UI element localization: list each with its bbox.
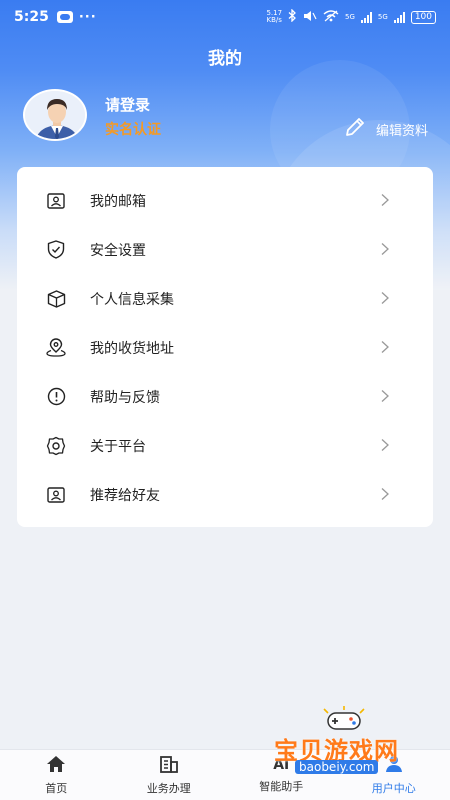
menu-item-label: 推荐给好友 [90, 487, 160, 504]
battery-indicator: 100 [410, 10, 436, 24]
menu-item-help-feedback[interactable]: 帮助与反馈 [17, 372, 433, 421]
location-pin-icon [46, 338, 66, 358]
chevron-right-icon [381, 191, 389, 210]
edit-profile-label: 编辑资料 [375, 123, 428, 139]
status-time: 5:25 [14, 9, 49, 25]
shield-icon [46, 240, 66, 260]
menu-item-label: 我的收货地址 [90, 340, 174, 357]
chevron-right-icon [381, 240, 389, 259]
pencil-icon [344, 116, 366, 142]
more-notifications-icon: ··· [78, 9, 97, 25]
menu-item-mailbox[interactable]: 我的邮箱 [17, 176, 433, 225]
wifi-off-icon [323, 9, 339, 25]
alert-circle-icon [46, 387, 66, 407]
chevron-right-icon [381, 436, 389, 455]
signal-icon-2 [393, 11, 405, 23]
nav-label: 用户中心 [371, 781, 416, 795]
wechat-icon [56, 11, 73, 23]
chevron-right-icon [381, 338, 389, 357]
menu-item-about-platform[interactable]: 关于平台 [17, 421, 433, 470]
nav-item-home[interactable]: 首页 [0, 750, 113, 800]
nav-label: 智能助手 [259, 780, 304, 793]
login-prompt[interactable]: 请登录 [105, 94, 150, 115]
watermark-url: baobeiy.com [295, 760, 379, 774]
mute-icon [303, 10, 317, 25]
avatar[interactable] [23, 89, 87, 141]
menu-item-label: 安全设置 [90, 242, 146, 259]
chevron-right-icon [381, 485, 389, 504]
watermark: 宝贝游戏网 baobeiy.com [270, 705, 440, 775]
real-name-verify-link[interactable]: 实名认证 [105, 119, 161, 139]
menu-item-label: 我的邮箱 [90, 193, 146, 210]
gear-icon [46, 436, 66, 456]
page-title: 我的 [208, 49, 242, 69]
status-bar: 5:25 ··· 5.17 KB/s 5G 5G 100 [0, 0, 450, 34]
gamepad-icon [323, 706, 365, 730]
box-icon [46, 289, 66, 309]
mailbox-icon [46, 191, 66, 211]
home-icon [46, 755, 66, 776]
signal-5g-label-a: 5G [345, 13, 355, 21]
edit-profile-button[interactable]: 编辑资料 [344, 116, 428, 142]
nav-label: 业务办理 [146, 781, 191, 795]
nav-item-business[interactable]: 业务办理 [113, 750, 226, 800]
network-speed: 5.17 KB/s [266, 10, 282, 24]
signal-5g-label-b: 5G [377, 13, 388, 21]
menu-item-security[interactable]: 安全设置 [17, 225, 433, 274]
chevron-right-icon [381, 387, 389, 406]
bluetooth-icon [288, 8, 297, 25]
recommend-icon [46, 485, 66, 505]
menu-item-label: 关于平台 [90, 438, 146, 455]
menu-item-recommend-friends[interactable]: 推荐给好友 [17, 470, 433, 519]
chevron-right-icon [381, 289, 389, 308]
menu-item-info-collection[interactable]: 个人信息采集 [17, 274, 433, 323]
menu-card: 我的邮箱 安全设置 个人信息采集 我的收货地址 帮助与反馈 关于平台 推荐给好友 [17, 167, 433, 527]
menu-item-shipping-address[interactable]: 我的收货地址 [17, 323, 433, 372]
building-icon [159, 755, 179, 776]
net-speed-unit: KB/s [266, 16, 282, 24]
menu-item-label: 帮助与反馈 [90, 389, 160, 406]
menu-item-label: 个人信息采集 [90, 291, 174, 308]
signal-icon [360, 11, 372, 23]
nav-label: 首页 [45, 781, 68, 795]
